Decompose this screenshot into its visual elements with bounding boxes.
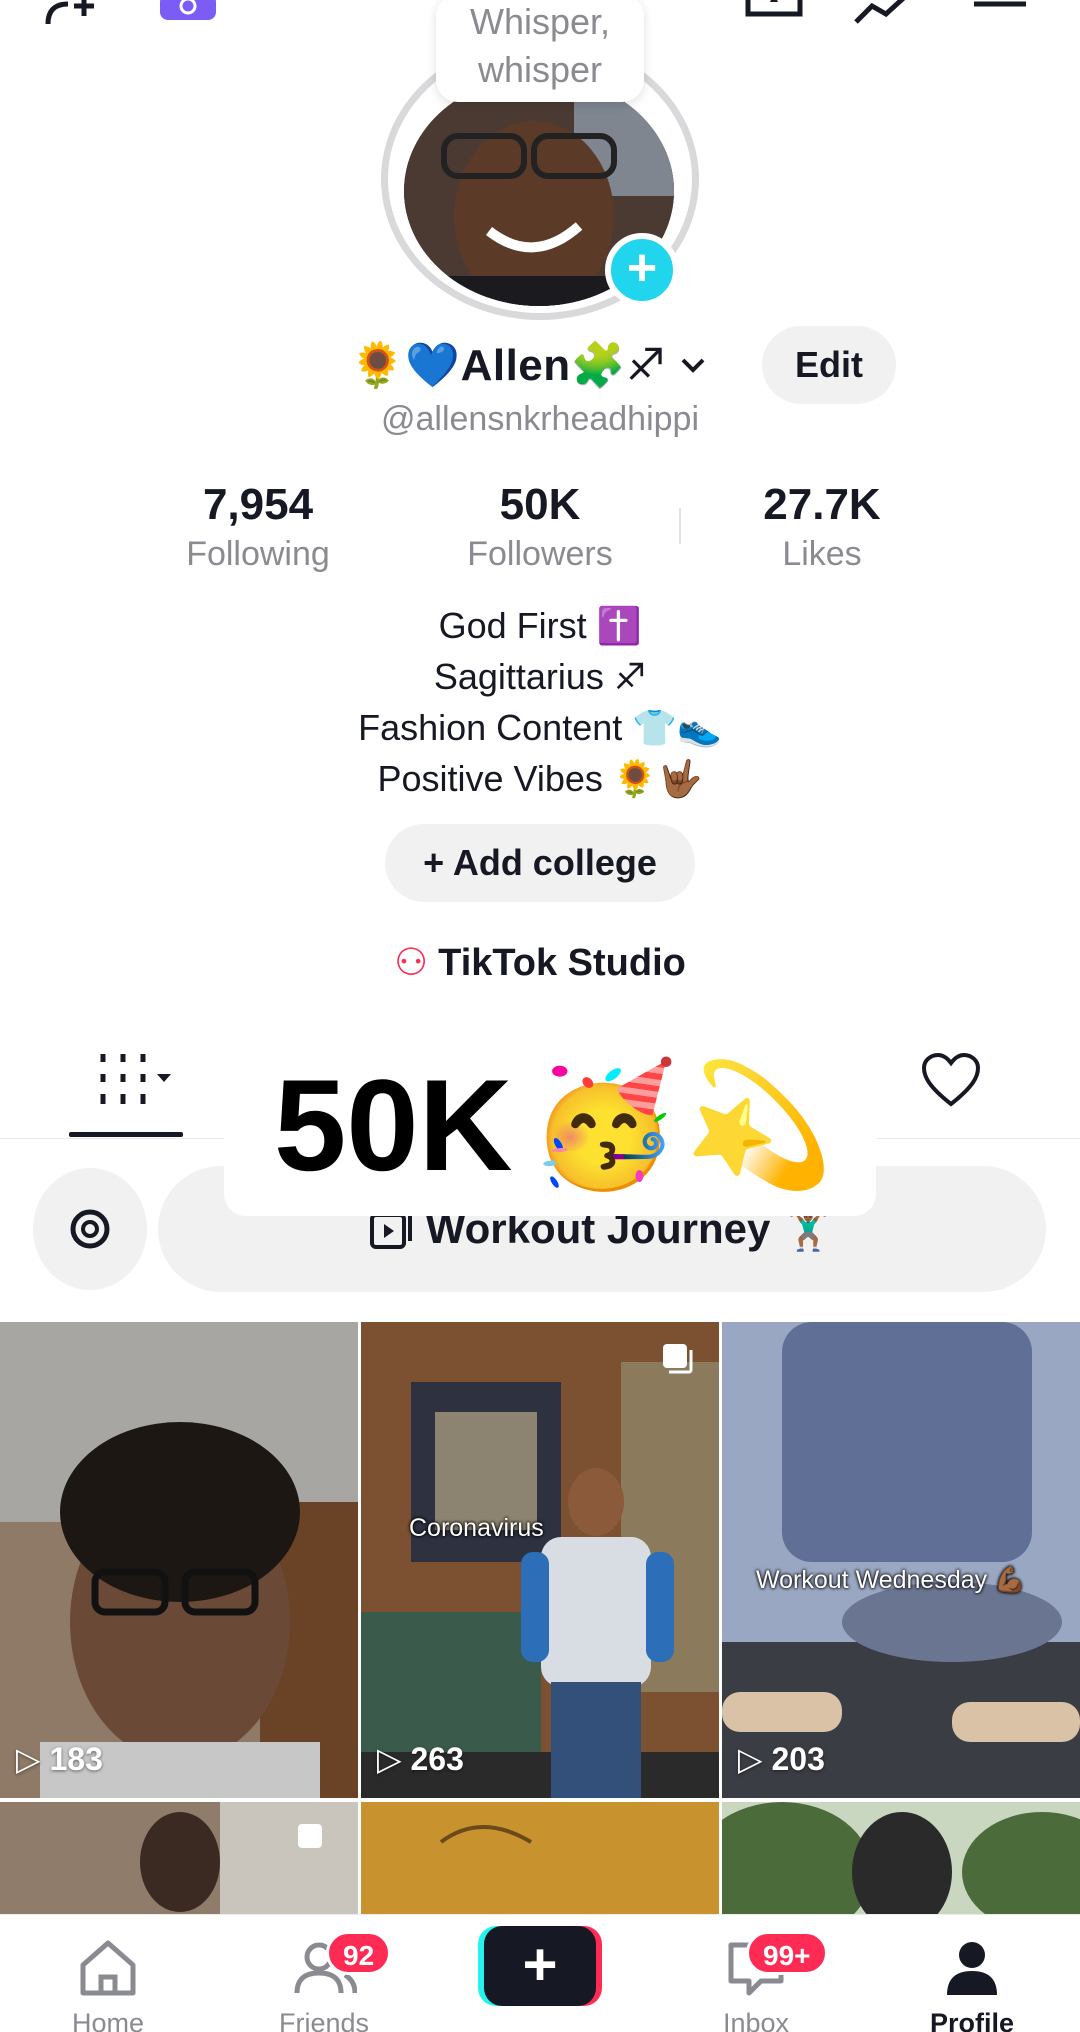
stat-likes-value: 27.7K	[763, 480, 881, 529]
party-face-emoji: 🥳	[529, 1058, 679, 1192]
playlist-settings-button[interactable]	[33, 1168, 147, 1290]
edit-profile-button[interactable]: Edit	[762, 326, 896, 404]
milestone-overlay: 50K 🥳 💫	[224, 1020, 876, 1216]
photo-carousel-icon	[663, 1344, 693, 1374]
bio-line: Fashion Content 👕👟	[358, 707, 722, 748]
favorites-icon[interactable]	[744, 0, 804, 34]
stat-followers-value: 50K	[499, 480, 581, 529]
liked-tab-heart-icon[interactable]	[920, 1052, 982, 1108]
stat-following-label: Following	[186, 535, 330, 573]
video-view-count: ▷ 263	[377, 1741, 464, 1777]
studio-label: TikTok Studio	[438, 942, 686, 984]
video-view-count-value: 263	[410, 1741, 464, 1777]
dizzy-star-emoji: 💫	[684, 1058, 834, 1192]
video-caption: Coronavirus	[409, 1514, 544, 1542]
video-thumbnail	[0, 1322, 358, 1798]
tiktok-studio-link[interactable]: ⚇ TikTok Studio	[0, 940, 1080, 985]
video-thumbnail	[0, 1802, 358, 1914]
add-story-plus-icon[interactable]: +	[605, 233, 679, 307]
nav-home[interactable]: Home	[28, 1937, 188, 2032]
bio-line: God First ✝️	[438, 605, 642, 646]
add-college-button[interactable]: + Add college	[385, 824, 695, 902]
display-name-row[interactable]: 🌻💙Allen🧩♐	[350, 330, 708, 400]
video-view-count-value: 183	[49, 1741, 103, 1777]
studio-icon: ⚇	[394, 942, 429, 984]
nav-home-label: Home	[71, 2008, 145, 2032]
nav-inbox-label: Inbox	[722, 2008, 790, 2032]
menu-icon[interactable]	[970, 0, 1030, 34]
nav-profile-label: Profile	[929, 2008, 1015, 2032]
video-thumbnail	[361, 1802, 719, 1914]
video-view-count: ▷ 203	[738, 1741, 825, 1777]
username-handle: @allensnkrheadhippi	[380, 400, 700, 438]
video-tile[interactable]	[722, 1802, 1080, 1914]
story-note-bubble[interactable]: Whisper, whisper	[436, 0, 644, 102]
stat-likes[interactable]: 27.7K Likes	[702, 478, 942, 576]
bio-line: Positive Vibes 🌻🤟🏾	[377, 758, 703, 799]
create-plus-icon: +	[484, 1926, 596, 2006]
stat-following-value: 7,954	[202, 480, 314, 529]
stat-following[interactable]: 7,954 Following	[138, 478, 378, 576]
stat-followers[interactable]: 50K Followers	[420, 478, 660, 576]
nav-friends[interactable]: Friends 92	[244, 1931, 404, 2032]
video-tile[interactable]: Workout Wednesday 💪🏾 ▷ 203	[722, 1322, 1080, 1798]
create-button[interactable]: +	[478, 1926, 602, 2006]
bio: God First ✝️ Sagittarius ♐ Fashion Conte…	[0, 600, 1080, 804]
video-thumbnail	[361, 1322, 719, 1798]
video-view-count-value: 203	[771, 1741, 825, 1777]
add-friend-icon[interactable]	[40, 0, 100, 34]
display-name: 🌻💙Allen🧩♐	[350, 341, 666, 390]
video-thumbnail	[722, 1802, 1080, 1914]
photo-carousel-icon	[298, 1824, 322, 1848]
video-tile[interactable]: Coronavirus ▷ 263	[361, 1322, 719, 1798]
stat-divider	[679, 508, 681, 544]
analytics-icon[interactable]	[852, 0, 912, 34]
video-tile[interactable]: ▷ 183	[0, 1322, 358, 1798]
home-icon	[80, 1940, 136, 1996]
nav-profile[interactable]: Profile	[892, 1937, 1052, 2032]
video-tile[interactable]	[0, 1802, 358, 1914]
inbox-badge: 99+	[746, 1931, 828, 1975]
settings-gear-icon	[70, 1209, 110, 1249]
milestone-text: 50K	[274, 1052, 513, 1198]
bio-line: Sagittarius ♐	[433, 656, 647, 697]
video-tile[interactable]	[361, 1802, 719, 1914]
nav-friends-label: Friends	[278, 2008, 370, 2032]
story-note-line1: Whisper,	[469, 1, 611, 42]
stat-followers-label: Followers	[467, 535, 613, 573]
story-note-line2: whisper	[477, 49, 603, 90]
coin-badge-icon[interactable]	[158, 0, 218, 34]
friends-badge: 92	[326, 1931, 392, 1975]
videos-grid-tab-icon[interactable]	[95, 1050, 185, 1110]
active-tab-indicator	[69, 1132, 183, 1137]
video-caption: Workout Wednesday 💪🏾	[756, 1566, 1026, 1594]
video-view-count: ▷ 183	[16, 1741, 103, 1777]
profile-icon	[947, 1942, 997, 1995]
chevron-down-icon[interactable]	[678, 350, 708, 380]
stat-likes-label: Likes	[782, 535, 862, 573]
nav-inbox[interactable]: Inbox 99+	[676, 1931, 836, 2032]
video-thumbnail	[722, 1322, 1080, 1798]
